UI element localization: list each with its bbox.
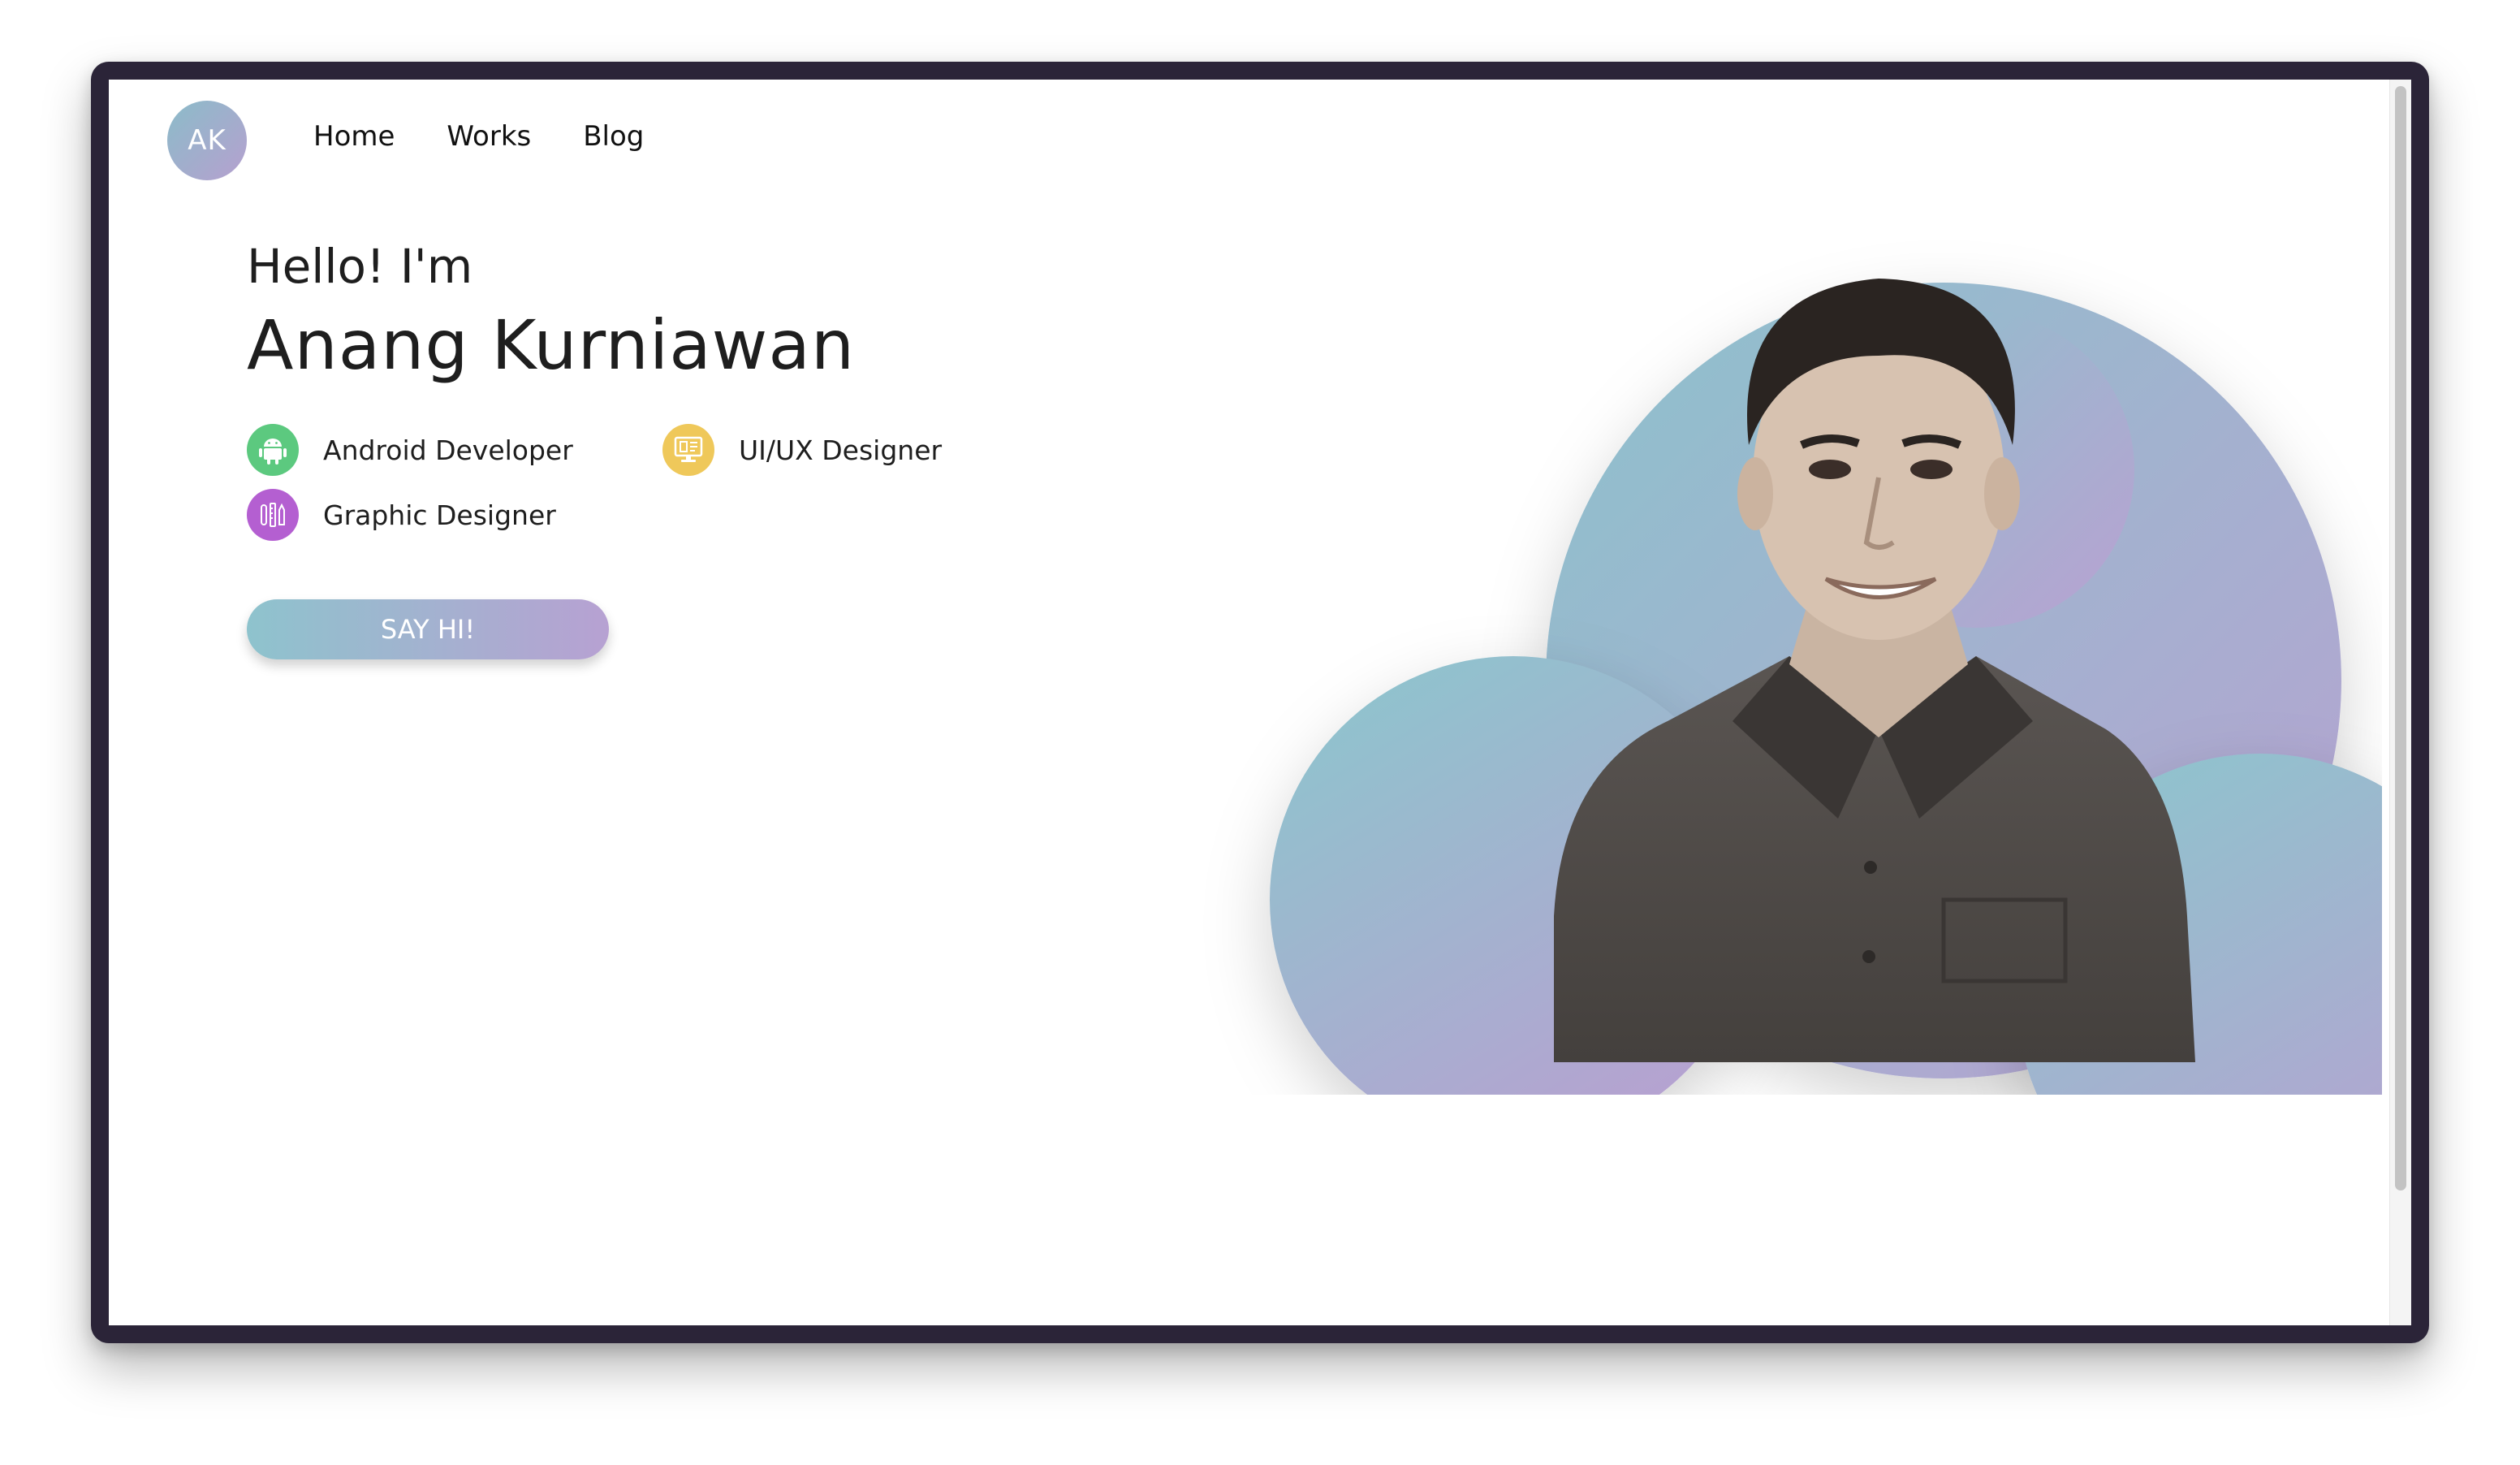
android-icon: [247, 424, 299, 476]
nav-link-works[interactable]: Works: [447, 120, 531, 153]
nav-link-home[interactable]: Home: [313, 120, 395, 153]
role-label: Graphic Designer: [323, 499, 556, 531]
role-label: UI/UX Designer: [739, 434, 943, 466]
hero-greeting: Hello! I'm: [247, 239, 473, 294]
browser-window: AK Home Works Blog Hello! I'm Anang Kurn…: [91, 62, 2429, 1343]
logo-initials: AK: [188, 124, 227, 157]
page-viewport[interactable]: AK Home Works Blog Hello! I'm Anang Kurn…: [109, 80, 2411, 1325]
nav-link-blog[interactable]: Blog: [583, 120, 644, 153]
vertical-scrollbar[interactable]: [2389, 80, 2411, 1325]
role-android: Android Developer: [247, 424, 573, 476]
scrollbar-thumb[interactable]: [2395, 86, 2406, 1191]
hero-name: Anang Kurniawan: [247, 305, 856, 385]
role-label: Android Developer: [323, 434, 573, 466]
role-uiux: UI/UX Designer: [662, 424, 942, 476]
main-nav: Home Works Blog: [313, 120, 644, 153]
role-graphic: Graphic Designer: [247, 489, 556, 541]
design-tools-icon: [247, 489, 299, 541]
monitor-icon: [662, 424, 714, 476]
hero-illustration: [1270, 279, 2382, 1095]
say-hi-button[interactable]: SAY HI!: [247, 599, 609, 659]
logo-avatar[interactable]: AK: [167, 101, 247, 180]
